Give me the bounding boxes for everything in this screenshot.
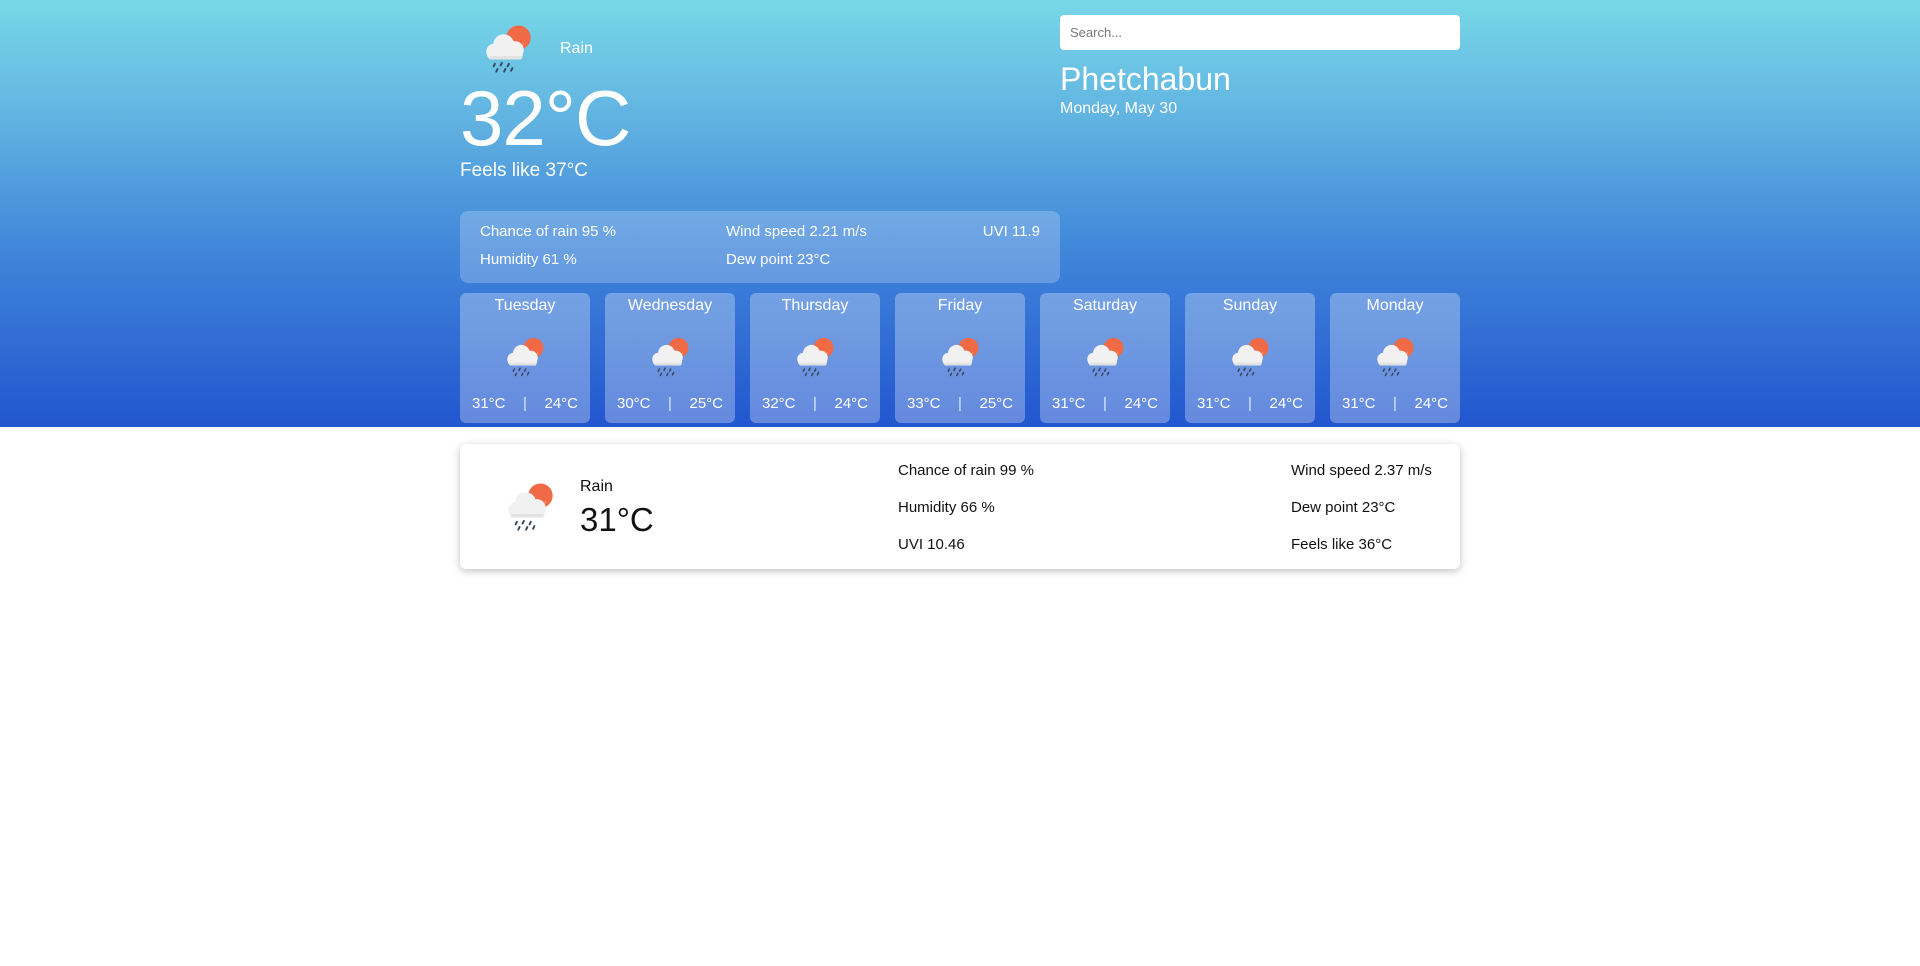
forecast-day-name: Tuesday [494,297,556,314]
rain-sun-icon [480,22,536,76]
uvi: UVI 11.9 [982,223,1040,240]
hourly-temperature: 31°C [580,501,654,538]
forecast-day-name: Monday [1366,297,1424,314]
forecast-day-card[interactable]: Wednesday 30°C | 25°C [605,293,735,423]
forecast-high: 31°C [1342,395,1376,412]
forecast-low: 24°C [1269,395,1303,412]
forecast-high: 33°C [907,395,941,412]
humidity: Humidity 61 % [480,251,577,268]
forecast-separator: | [958,395,962,412]
current-temperature: 32°C [460,74,631,162]
forecast-high: 30°C [617,395,651,412]
forecast-day-card[interactable]: Monday 31°C | 24°C [1330,293,1460,423]
forecast-day-name: Saturday [1072,297,1138,314]
forecast-separator: | [523,395,527,412]
rain-sun-icon [792,335,838,379]
current-feels-like: Feels like 37°C [460,160,588,181]
forecast-day-card[interactable]: Saturday 31°C | 24°C [1040,293,1170,423]
rain-sun-icon [502,480,558,534]
dew-point: Dew point 23°C [726,251,831,268]
forecast-low: 24°C [1414,395,1448,412]
city-name: Phetchabun [1060,61,1231,97]
forecast-day-card[interactable]: Sunday 31°C | 24°C [1185,293,1315,423]
hourly-wind-speed: Wind speed 2.37 m/s [1291,462,1432,479]
rain-sun-icon [502,335,548,379]
forecast-low: 24°C [834,395,868,412]
forecast-day-name: Friday [937,297,983,314]
hourly-humidity: Humidity 66 % [898,499,995,516]
forecast-day-name: Wednesday [627,297,713,314]
forecast-day-name: Sunday [1222,297,1278,314]
forecast-low: 25°C [689,395,723,412]
hourly-detail-card: Rain 31°C Chance of rain 99 % Humidity 6… [460,444,1460,569]
forecast-separator: | [1248,395,1252,412]
forecast-high: 31°C [1197,395,1231,412]
weather-hero: Rain 32°C Feels like 37°C Phetchabun Mon… [0,0,1920,427]
rain-sun-icon [647,335,693,379]
forecast-high: 31°C [472,395,506,412]
current-condition: Rain [560,40,593,57]
forecast-day-name: Thursday [781,297,849,314]
forecast-day-card[interactable]: Friday 33°C | 25°C [895,293,1025,423]
rain-sun-icon [937,335,983,379]
current-date: Monday, May 30 [1060,100,1178,117]
rain-sun-icon [1227,335,1273,379]
rain-sun-icon [1372,335,1418,379]
hourly-feels-like: Feels like 36°C [1291,536,1393,553]
forecast-low: 25°C [979,395,1013,412]
chance-of-rain: Chance of rain 95 % [480,223,616,240]
forecast-day-card[interactable]: Thursday 32°C | 24°C [750,293,880,423]
forecast-high: 31°C [1052,395,1086,412]
current-details-panel: Chance of rain 95 % Wind speed 2.21 m/s … [460,211,1060,283]
hourly-dew-point: Dew point 23°C [1291,499,1396,516]
forecast-day-card[interactable]: Tuesday 31°C | 24°C [460,293,590,423]
forecast-separator: | [668,395,672,412]
forecast-separator: | [1103,395,1107,412]
search-input[interactable] [1060,15,1460,50]
forecast-separator: | [1393,395,1397,412]
forecast-low: 24°C [1124,395,1158,412]
wind-speed: Wind speed 2.21 m/s [726,223,867,240]
forecast-separator: | [813,395,817,412]
hourly-condition: Rain [580,478,613,495]
hourly-chance-of-rain: Chance of rain 99 % [898,462,1034,479]
forecast-low: 24°C [544,395,578,412]
rain-sun-icon [1082,335,1128,379]
forecast-high: 32°C [762,395,796,412]
hourly-uvi: UVI 10.46 [898,536,965,553]
